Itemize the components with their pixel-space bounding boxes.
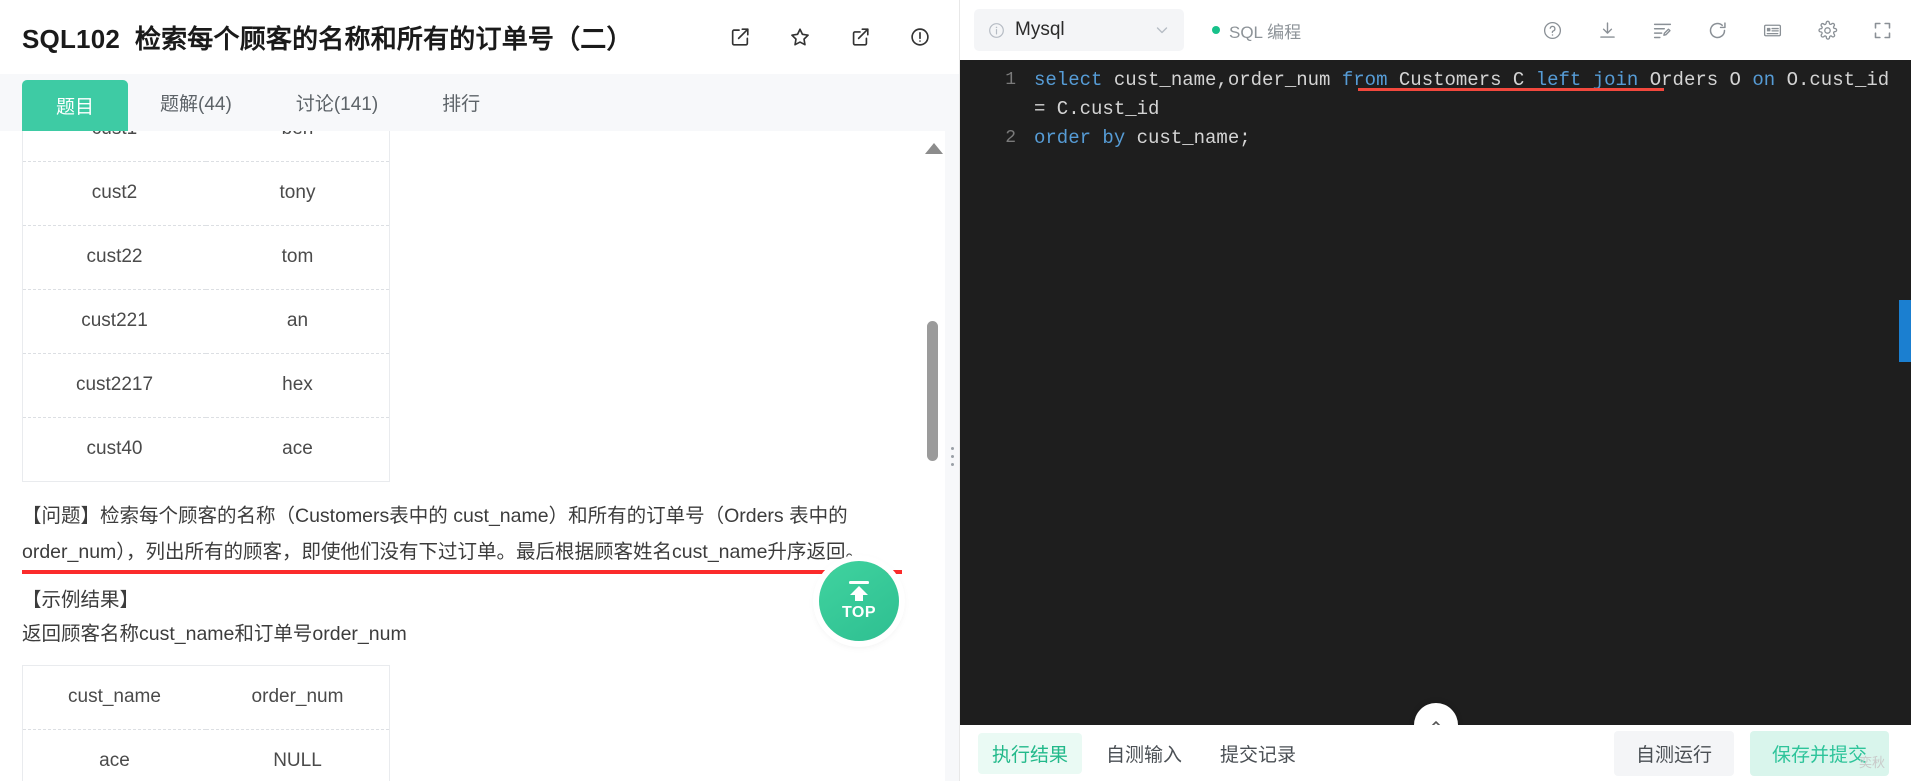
refresh-icon[interactable] bbox=[1707, 20, 1728, 41]
help-icon[interactable] bbox=[1542, 20, 1563, 41]
header-icon-group bbox=[729, 26, 931, 48]
database-name: Mysql bbox=[1015, 19, 1065, 40]
description-text: 【问题】检索每个顾客的名称（Customers表中的 cust_name）和所有… bbox=[22, 504, 865, 563]
cell-cust-name: ace bbox=[282, 438, 313, 459]
app-root: SQL102 检索每个顾客的名称和所有的订单号（二） 题目 题解(44) 讨论(… bbox=[0, 0, 1911, 781]
sql-keyword-on: on bbox=[1752, 69, 1776, 91]
table-header-row: cust_name order_num bbox=[22, 665, 390, 730]
sql-mode-indicator: SQL 编程 bbox=[1212, 18, 1301, 43]
example-result-note: 返回顾客名称cust_name和订单号order_num bbox=[22, 622, 407, 645]
save-submit-button[interactable]: 保存并提交 bbox=[1749, 730, 1889, 776]
cell-cust-id: cust40 bbox=[86, 438, 143, 459]
fullscreen-icon[interactable] bbox=[1872, 20, 1893, 41]
sql-order-column: cust_name; bbox=[1125, 127, 1251, 149]
collapse-panel-button[interactable] bbox=[1413, 703, 1458, 725]
panel-resize-handle[interactable] bbox=[945, 131, 959, 781]
scroll-to-top-button[interactable]: TOP bbox=[819, 561, 899, 641]
description-underline bbox=[22, 569, 902, 574]
editor-tool-group bbox=[1542, 20, 1893, 41]
line-number: 1 bbox=[1005, 70, 1016, 90]
edit-icon[interactable] bbox=[729, 26, 751, 48]
column-header-order-num: order_num bbox=[206, 665, 390, 730]
console-icon[interactable] bbox=[1762, 20, 1783, 41]
format-code-icon[interactable] bbox=[1652, 20, 1673, 41]
cell-cust-id: cust1 bbox=[22, 131, 206, 162]
problem-description: 【问题】检索每个顾客的名称（Customers表中的 cust_name）和所有… bbox=[22, 498, 902, 574]
line-number: 2 bbox=[1005, 128, 1016, 148]
sql-keyword-order-by: order by bbox=[1034, 127, 1126, 149]
settings-icon[interactable] bbox=[1817, 20, 1838, 41]
problem-title: 检索每个顾客的名称和所有的订单号（二） bbox=[134, 23, 633, 54]
customers-table: cust1 ben cust2 tony cust22 tom cust221 … bbox=[22, 131, 390, 482]
problem-panel: SQL102 检索每个顾客的名称和所有的订单号（二） 题目 题解(44) 讨论(… bbox=[0, 0, 960, 781]
tab-ranking[interactable]: 排行 bbox=[410, 74, 512, 131]
cell-cust-name: an bbox=[206, 289, 390, 354]
code-content[interactable]: select cust_name,order_num from Customer… bbox=[1034, 66, 1911, 153]
chevron-down-icon bbox=[1154, 22, 1170, 38]
table-row: ace NULL bbox=[23, 729, 390, 781]
table-row: cust2 tony bbox=[22, 161, 390, 226]
cell-cust-id: cust22 bbox=[22, 225, 206, 290]
sql-columns: cust_name,order_num bbox=[1102, 69, 1342, 91]
cell-cust-name: tony bbox=[206, 161, 390, 226]
run-test-button[interactable]: 自测运行 bbox=[1613, 730, 1734, 776]
drag-dots-icon bbox=[950, 446, 954, 466]
info-circle-icon bbox=[988, 22, 1005, 39]
problem-code: SQL102 bbox=[22, 23, 121, 54]
chevron-up-icon bbox=[1431, 721, 1440, 725]
database-select[interactable]: Mysql bbox=[974, 9, 1184, 51]
scrollbar-thumb[interactable] bbox=[927, 321, 938, 461]
star-icon[interactable] bbox=[789, 26, 811, 48]
problem-content: cust1 ben cust2 tony cust22 tom cust221 … bbox=[0, 131, 959, 781]
table-row: cust2217 hex bbox=[22, 353, 390, 418]
result-table: cust_name order_num ace NULL bbox=[22, 664, 390, 781]
line-number-gutter: 1 2 bbox=[960, 66, 1034, 153]
bottom-tab-submissions[interactable]: 提交记录 bbox=[1206, 733, 1310, 774]
tab-discussion[interactable]: 讨论(141) bbox=[264, 74, 410, 131]
editor-bottom-bar: 执行结果 自测输入 提交记录 自测运行 保存并提交 奕秋 bbox=[960, 725, 1911, 781]
table-row: cust1 ben bbox=[22, 131, 390, 162]
column-header-cust-name: cust_name bbox=[22, 665, 206, 730]
sql-mode-label: SQL 编程 bbox=[1229, 22, 1302, 42]
download-icon[interactable] bbox=[1597, 20, 1618, 41]
problem-header: SQL102 检索每个顾客的名称和所有的订单号（二） bbox=[0, 0, 959, 74]
table-row: cust221 an bbox=[22, 289, 390, 354]
sql-code-editor[interactable]: 1 2 select cust_name,order_num from Cust… bbox=[960, 60, 1911, 725]
table-row: cust40 ace bbox=[23, 417, 390, 481]
code-error-underline bbox=[1358, 88, 1664, 91]
cell-order-num: NULL bbox=[273, 750, 322, 771]
share-icon[interactable] bbox=[849, 26, 871, 48]
sql-keyword-select: select bbox=[1034, 69, 1103, 91]
tab-problem[interactable]: 题目 bbox=[22, 80, 129, 131]
info-icon[interactable] bbox=[909, 26, 931, 48]
page-title: SQL102 检索每个顾客的名称和所有的订单号（二） bbox=[22, 19, 633, 56]
cell-cust-name: ben bbox=[206, 131, 390, 162]
problem-tabbar: 题目 题解(44) 讨论(141) 排行 bbox=[0, 74, 959, 131]
content-scrollbar[interactable] bbox=[921, 131, 943, 781]
cell-cust-name: tom bbox=[206, 225, 390, 290]
cell-cust-id: cust2217 bbox=[22, 353, 206, 418]
cell-cust-id: cust221 bbox=[22, 289, 206, 354]
up-arrow-icon bbox=[849, 580, 869, 601]
cell-cust-name: hex bbox=[206, 353, 390, 418]
editor-panel: Mysql SQL 编程 1 2 select cust_name,order_… bbox=[960, 0, 1911, 781]
editor-toolbar: Mysql SQL 编程 bbox=[960, 0, 1911, 60]
bottom-action-group: 自测运行 保存并提交 bbox=[1613, 730, 1889, 776]
cell-cust-id: cust2 bbox=[22, 161, 206, 226]
bottom-tab-test-input[interactable]: 自测输入 bbox=[1092, 733, 1196, 774]
scroll-to-top-label: TOP bbox=[841, 603, 877, 621]
scrollbar-track[interactable] bbox=[927, 131, 938, 781]
bottom-tab-result[interactable]: 执行结果 bbox=[978, 732, 1083, 774]
cell-cust-name: ace bbox=[99, 750, 130, 771]
tab-solutions[interactable]: 题解(44) bbox=[128, 74, 264, 131]
status-dot-icon bbox=[1212, 26, 1220, 34]
table-row: cust22 tom bbox=[22, 225, 390, 290]
editor-scrollbar-thumb[interactable] bbox=[1899, 300, 1911, 362]
